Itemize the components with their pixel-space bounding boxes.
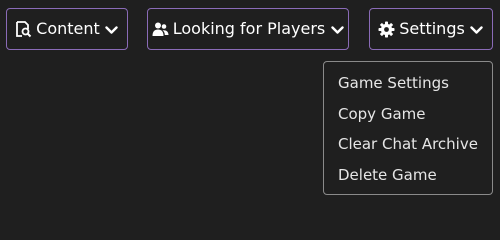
chevron-down-icon (470, 23, 484, 37)
settings-button-label: Settings (399, 19, 465, 38)
settings-button[interactable]: Settings (369, 8, 493, 50)
content-button[interactable]: Content (6, 8, 128, 50)
menu-item-delete-game[interactable]: Delete Game (324, 160, 492, 191)
search-document-icon (15, 20, 32, 38)
users-icon (152, 21, 169, 38)
menu-item-game-settings[interactable]: Game Settings (324, 68, 492, 99)
looking-for-players-button[interactable]: Looking for Players (147, 8, 349, 50)
gear-icon (378, 21, 395, 38)
settings-dropdown-menu: Game Settings Copy Game Clear Chat Archi… (323, 61, 493, 195)
chevron-down-icon (105, 23, 119, 37)
top-toolbar: Content Looking for Players Settings Gam… (0, 0, 500, 200)
looking-for-players-label: Looking for Players (172, 19, 326, 38)
menu-item-copy-game[interactable]: Copy Game (324, 99, 492, 130)
menu-item-clear-chat-archive[interactable]: Clear Chat Archive (324, 129, 492, 160)
chevron-down-icon (330, 23, 344, 37)
content-button-label: Content (36, 19, 100, 38)
